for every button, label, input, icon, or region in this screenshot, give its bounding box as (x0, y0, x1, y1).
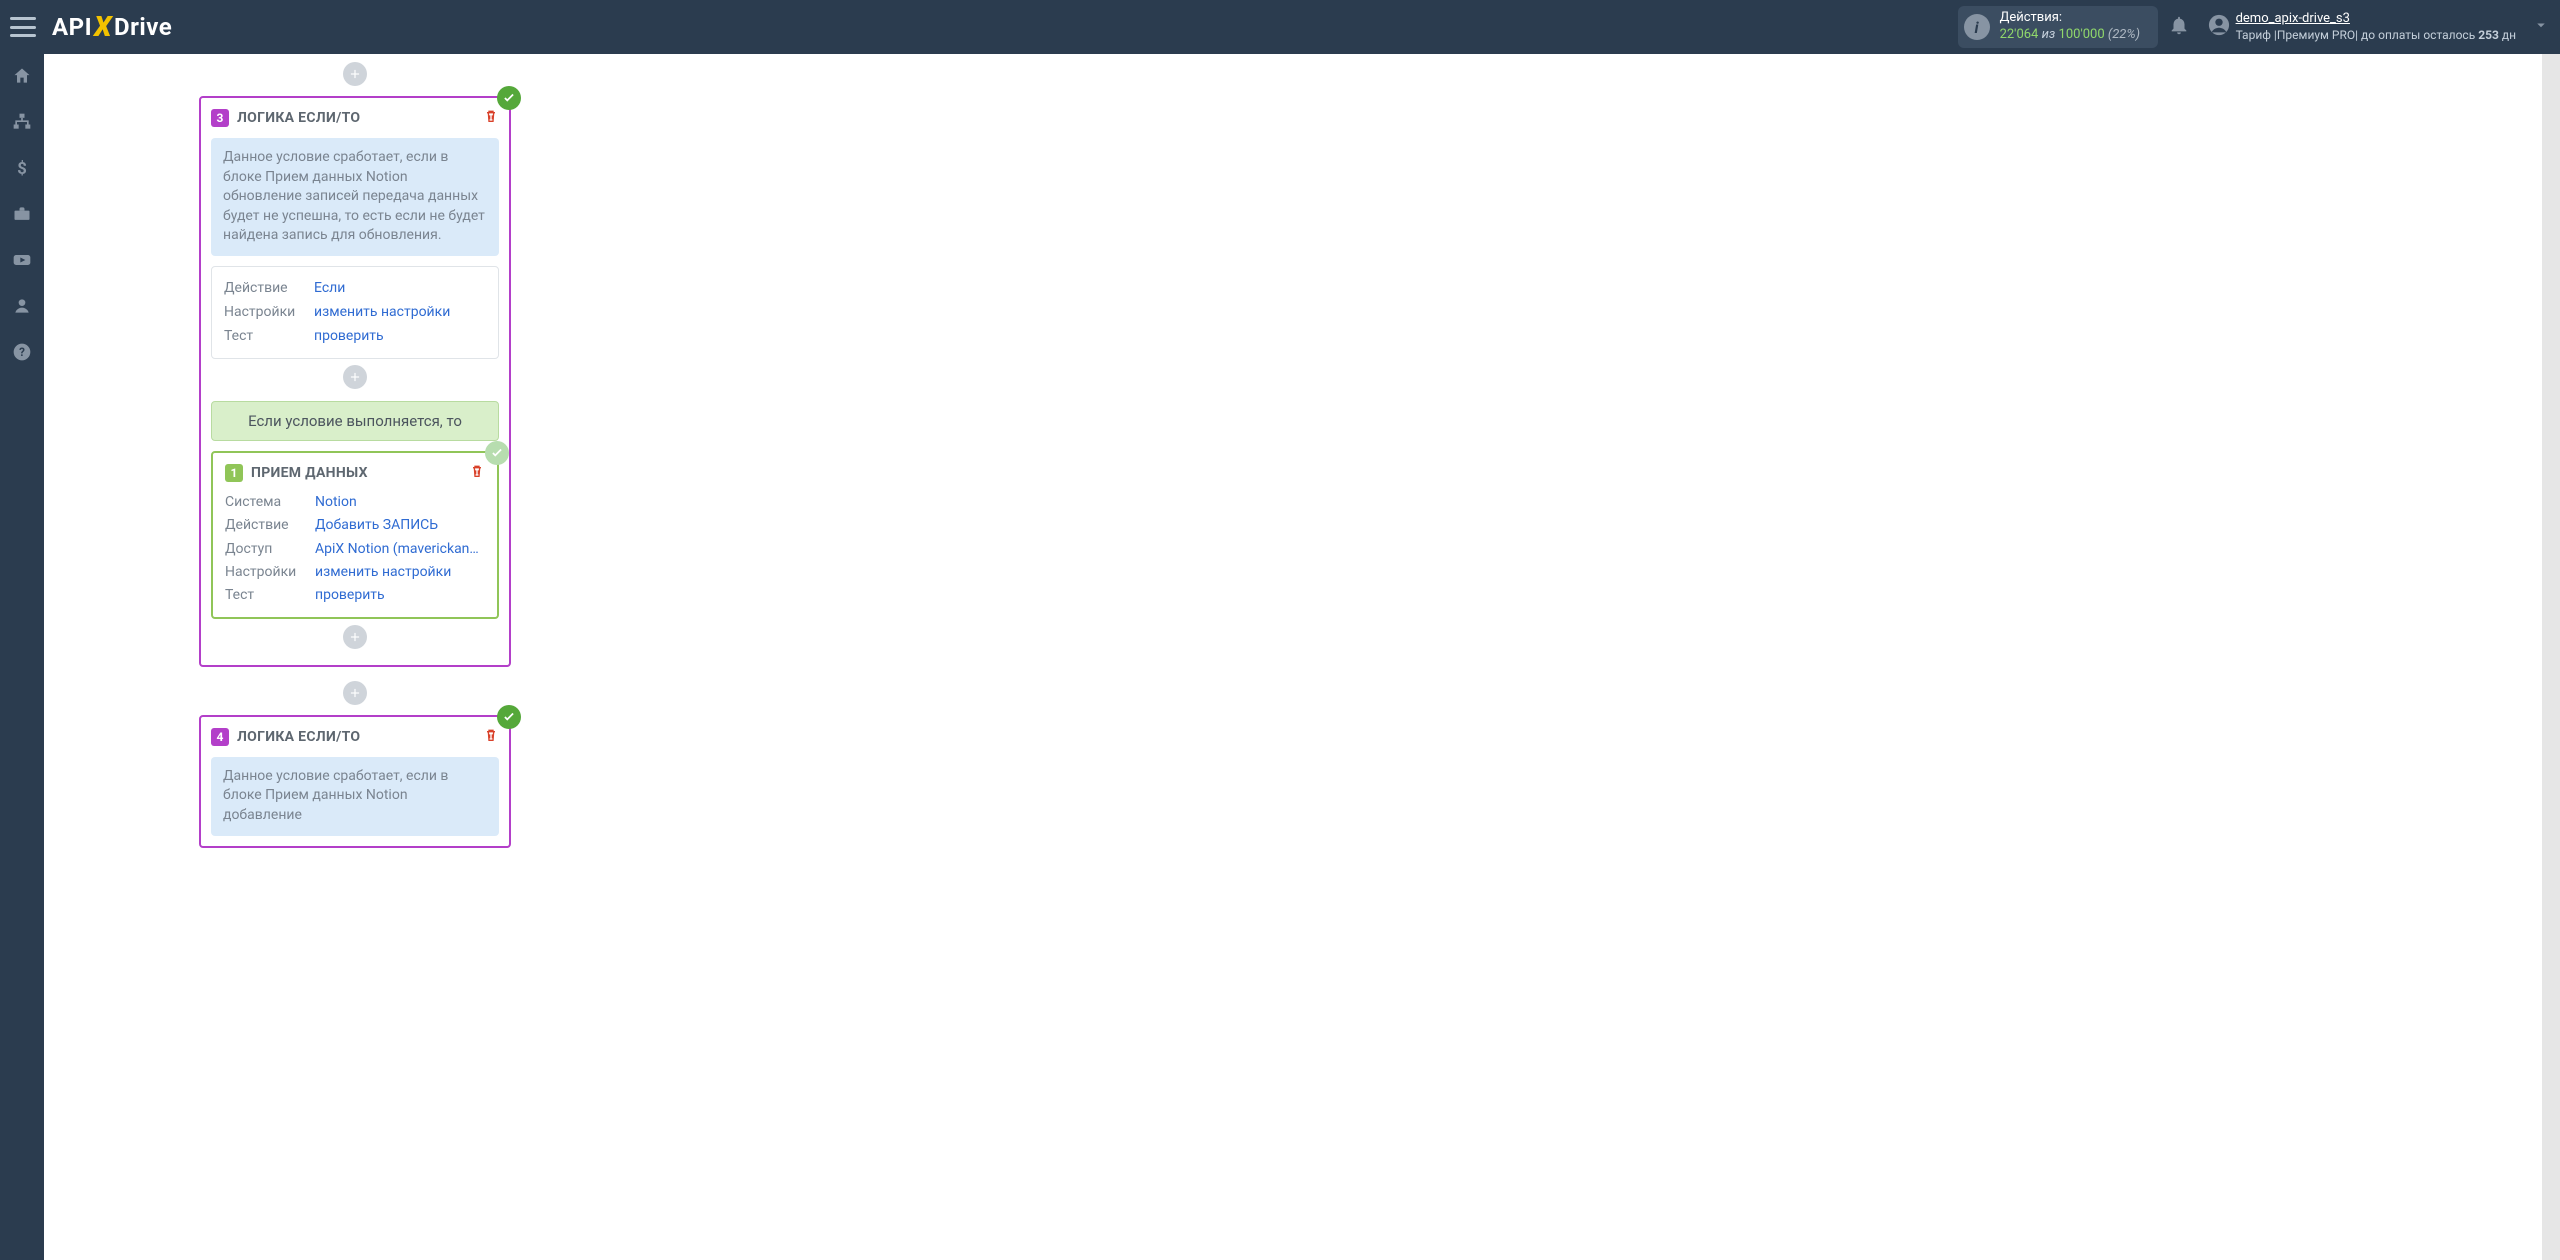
actions-label: Действия: (2000, 10, 2140, 27)
kv-value-test[interactable]: проверить (315, 584, 385, 607)
tariff-prefix: Тариф | (2236, 28, 2277, 42)
add-inner-step-button[interactable] (343, 365, 367, 389)
card-settings-block: Действие Если Настройки изменить настройки… (211, 266, 499, 359)
delete-button[interactable] (483, 727, 499, 747)
kv-label-action: Действие (225, 514, 301, 537)
tariff-suffix: дн (2499, 28, 2516, 42)
check-badge-icon (497, 86, 521, 110)
youtube-icon[interactable] (10, 248, 34, 272)
actions-info[interactable]: i Действия: 22'064 из 100'000 (22%) (1958, 6, 2158, 48)
actions-of: из (2042, 27, 2056, 42)
actions-text: Действия: 22'064 из 100'000 (22%) (2000, 10, 2140, 44)
main-canvas: 3 ЛОГИКА ЕСЛИ/ТО Данное условие сработае… (44, 54, 2560, 1260)
add-step-button[interactable] (343, 681, 367, 705)
kv-label-system: Система (225, 491, 301, 514)
card-title: ПРИЕМ ДАННЫХ (251, 465, 368, 481)
card-title: ЛОГИКА ЕСЛИ/ТО (237, 110, 360, 126)
user-icon[interactable] (10, 294, 34, 318)
logo-text-x: X (94, 10, 112, 43)
tariff-days: 253 (2478, 28, 2499, 42)
kv-value-settings[interactable]: изменить настройки (315, 561, 451, 584)
card-title: ЛОГИКА ЕСЛИ/ТО (237, 729, 360, 745)
logo-text-post: Drive (114, 13, 172, 41)
tariff-name: Премиум PRO (2277, 28, 2355, 42)
dollar-icon[interactable]: $ (10, 156, 34, 180)
add-inner-step-button[interactable] (343, 625, 367, 649)
step-number: 1 (225, 464, 243, 482)
question-icon[interactable]: ? (10, 340, 34, 364)
username[interactable]: demo_apix-drive_s3 (2236, 11, 2516, 28)
actions-limit: 100'000 (2059, 27, 2105, 42)
user-block[interactable]: demo_apix-drive_s3 Тариф |Премиум PRO| д… (2208, 11, 2516, 43)
actions-count: 22'064 (2000, 27, 2039, 42)
kv-label-access: Доступ (225, 538, 301, 561)
kv-label-action: Действие (224, 277, 300, 301)
logo[interactable]: API X Drive (52, 11, 172, 44)
kv-value-action[interactable]: Если (314, 277, 345, 301)
kv-label-test: Тест (225, 584, 301, 607)
menu-button[interactable] (10, 17, 36, 37)
condition-banner: Если условие выполняется, то (211, 401, 499, 441)
logic-card-4[interactable]: 4 ЛОГИКА ЕСЛИ/ТО Данное условие сработае… (199, 715, 511, 848)
scrollbar-track[interactable] (2542, 54, 2560, 1260)
step-number: 3 (211, 109, 229, 127)
logo-text-pre: API (52, 13, 92, 41)
info-icon: i (1964, 14, 1990, 40)
topbar: API X Drive i Действия: 22'064 из 100'00… (0, 0, 2560, 54)
kv-value-system[interactable]: Notion (315, 491, 357, 514)
kv-label-settings: Настройки (225, 561, 301, 584)
tariff-mid: | до оплаты осталось (2355, 28, 2478, 42)
delete-button[interactable] (483, 108, 499, 128)
svg-text:?: ? (19, 345, 25, 359)
kv-value-test[interactable]: проверить (314, 325, 384, 349)
kv-value-access[interactable]: ApiX Notion (maverickandrew) (315, 538, 485, 561)
chevron-down-icon[interactable] (2532, 16, 2550, 38)
briefcase-icon[interactable] (10, 202, 34, 226)
home-icon[interactable] (10, 64, 34, 88)
kv-label-test: Тест (224, 325, 300, 349)
delete-button[interactable] (469, 463, 485, 483)
inner-data-card[interactable]: 1 ПРИЕМ ДАННЫХ Система Notion Действие Доб… (211, 451, 499, 618)
sidebar: $ ? (0, 54, 44, 1260)
bell-icon[interactable] (2168, 14, 2190, 40)
user-text: demo_apix-drive_s3 Тариф |Премиум PRO| д… (2236, 11, 2516, 43)
kv-value-settings[interactable]: изменить настройки (314, 301, 450, 325)
check-badge-icon (485, 441, 509, 465)
svg-text:$: $ (17, 160, 27, 178)
card-note: Данное условие сработает, если в блоке П… (211, 138, 499, 256)
sitemap-icon[interactable] (10, 110, 34, 134)
logic-card-3[interactable]: 3 ЛОГИКА ЕСЛИ/ТО Данное условие сработае… (199, 96, 511, 667)
add-step-button[interactable] (343, 62, 367, 86)
step-number: 4 (211, 728, 229, 746)
card-note: Данное условие сработает, если в блоке П… (211, 757, 499, 836)
avatar-icon (2208, 14, 2230, 40)
kv-label-settings: Настройки (224, 301, 300, 325)
kv-value-action[interactable]: Добавить ЗАПИСЬ (315, 514, 438, 537)
check-badge-icon (497, 705, 521, 729)
actions-pct: (22%) (2108, 27, 2140, 42)
